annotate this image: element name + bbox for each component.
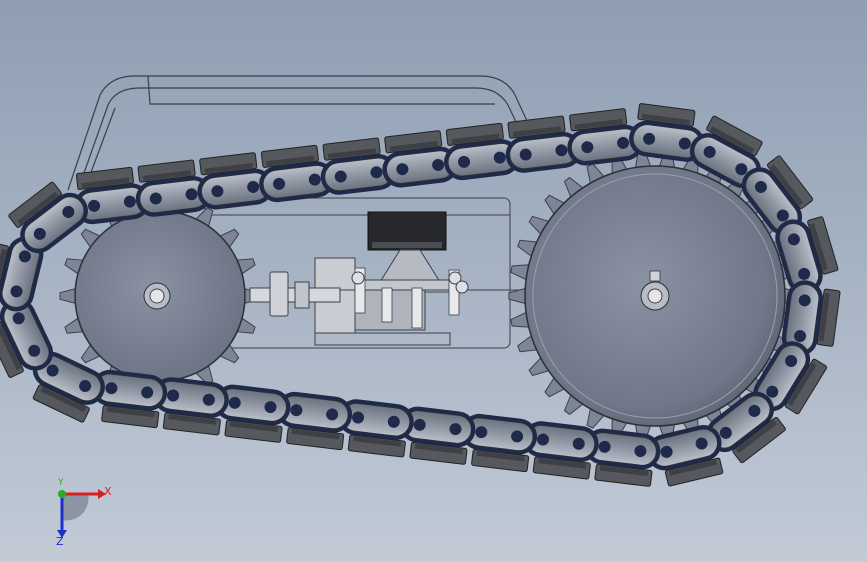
y-axis-dot	[58, 490, 66, 498]
idler-sprocket[interactable]	[59, 196, 261, 396]
track-assembly-model[interactable]	[0, 0, 867, 562]
y-axis-label: Y	[58, 478, 64, 488]
shaft-keyway	[649, 270, 661, 282]
base-rail	[314, 332, 451, 346]
bolt-head	[351, 271, 365, 285]
shaft-collar	[269, 271, 289, 317]
triad-shadow	[62, 494, 89, 521]
x-axis-label: X	[104, 485, 112, 498]
tensioner-assembly[interactable]	[249, 211, 520, 346]
coordinate-triad: X Y Z	[40, 478, 120, 550]
mount-bracket	[379, 249, 441, 283]
graphics-viewport[interactable]: X Y Z	[0, 0, 867, 562]
z-axis-label: Z	[56, 535, 64, 548]
